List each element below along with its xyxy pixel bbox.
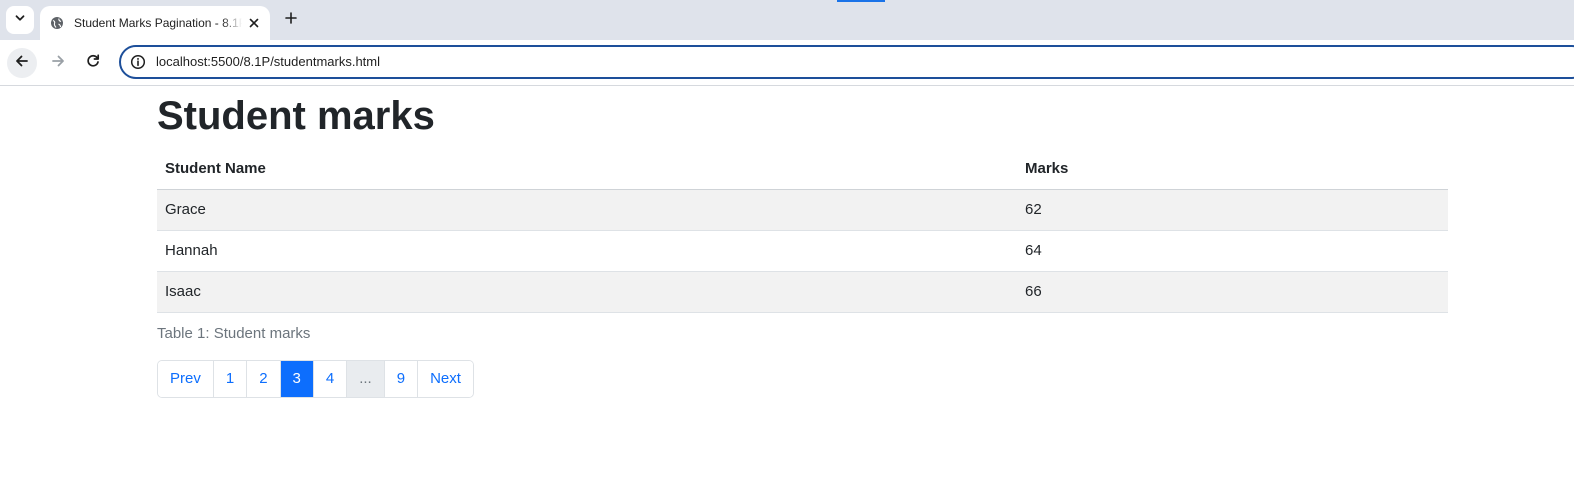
student-name-cell: Grace — [157, 189, 1017, 231]
reload-icon — [85, 53, 101, 74]
page-content: Student marks Student Name Marks Grace 6… — [157, 86, 1448, 398]
table-row: Hannah 64 — [157, 230, 1448, 272]
marks-cell: 64 — [1017, 230, 1448, 272]
column-header-marks: Marks — [1017, 148, 1448, 190]
browser-tab-strip: Student Marks Pagination - 8.1P — [0, 0, 1574, 40]
marks-cell: 66 — [1017, 271, 1448, 313]
close-icon[interactable] — [244, 13, 264, 33]
page-title: Student marks — [157, 94, 435, 138]
pagination-prev[interactable]: Prev — [158, 360, 214, 397]
arrow-right-icon — [50, 53, 66, 74]
globe-icon — [50, 16, 64, 30]
url-text[interactable]: localhost:5500/8.1P/studentmarks.html — [156, 54, 380, 69]
info-icon[interactable] — [129, 53, 147, 71]
pagination-ellipsis: ... — [347, 360, 385, 397]
pagination-next[interactable]: Next — [418, 360, 473, 397]
reload-button[interactable] — [78, 48, 108, 78]
pagination-page-1[interactable]: 1 — [213, 360, 248, 397]
new-tab-button[interactable] — [280, 9, 302, 31]
browser-tab-active[interactable]: Student Marks Pagination - 8.1P — [40, 6, 270, 40]
forward-button[interactable] — [43, 48, 73, 78]
address-bar[interactable]: localhost:5500/8.1P/studentmarks.html — [119, 45, 1574, 79]
student-marks-table: Student Name Marks Grace 62 Hannah 64 Is… — [157, 148, 1448, 313]
pagination-page-2[interactable]: 2 — [247, 360, 281, 397]
column-header-student-name: Student Name — [157, 148, 1017, 190]
tab-group-indicator — [837, 0, 885, 2]
browser-toolbar: localhost:5500/8.1P/studentmarks.html — [0, 40, 1574, 86]
tab-search-button[interactable] — [6, 6, 34, 34]
student-name-cell: Isaac — [157, 271, 1017, 313]
chevron-down-icon — [14, 11, 26, 29]
pagination-page-3-active[interactable]: 3 — [280, 360, 314, 397]
pagination-page-4[interactable]: 4 — [313, 360, 348, 397]
back-button[interactable] — [7, 48, 37, 78]
table-caption: Table 1: Student marks — [157, 324, 311, 342]
arrow-left-icon — [14, 53, 30, 74]
plus-icon — [285, 11, 297, 29]
table-header-row: Student Name Marks — [157, 148, 1448, 190]
pagination: Prev 1 2 3 4 ... 9 Next — [157, 359, 474, 398]
table-row: Isaac 66 — [157, 271, 1448, 313]
pagination-page-9[interactable]: 9 — [384, 360, 419, 397]
table-row: Grace 62 — [157, 189, 1448, 231]
marks-cell: 62 — [1017, 189, 1448, 231]
tab-title: Student Marks Pagination - 8.1P — [74, 16, 242, 30]
student-name-cell: Hannah — [157, 230, 1017, 272]
